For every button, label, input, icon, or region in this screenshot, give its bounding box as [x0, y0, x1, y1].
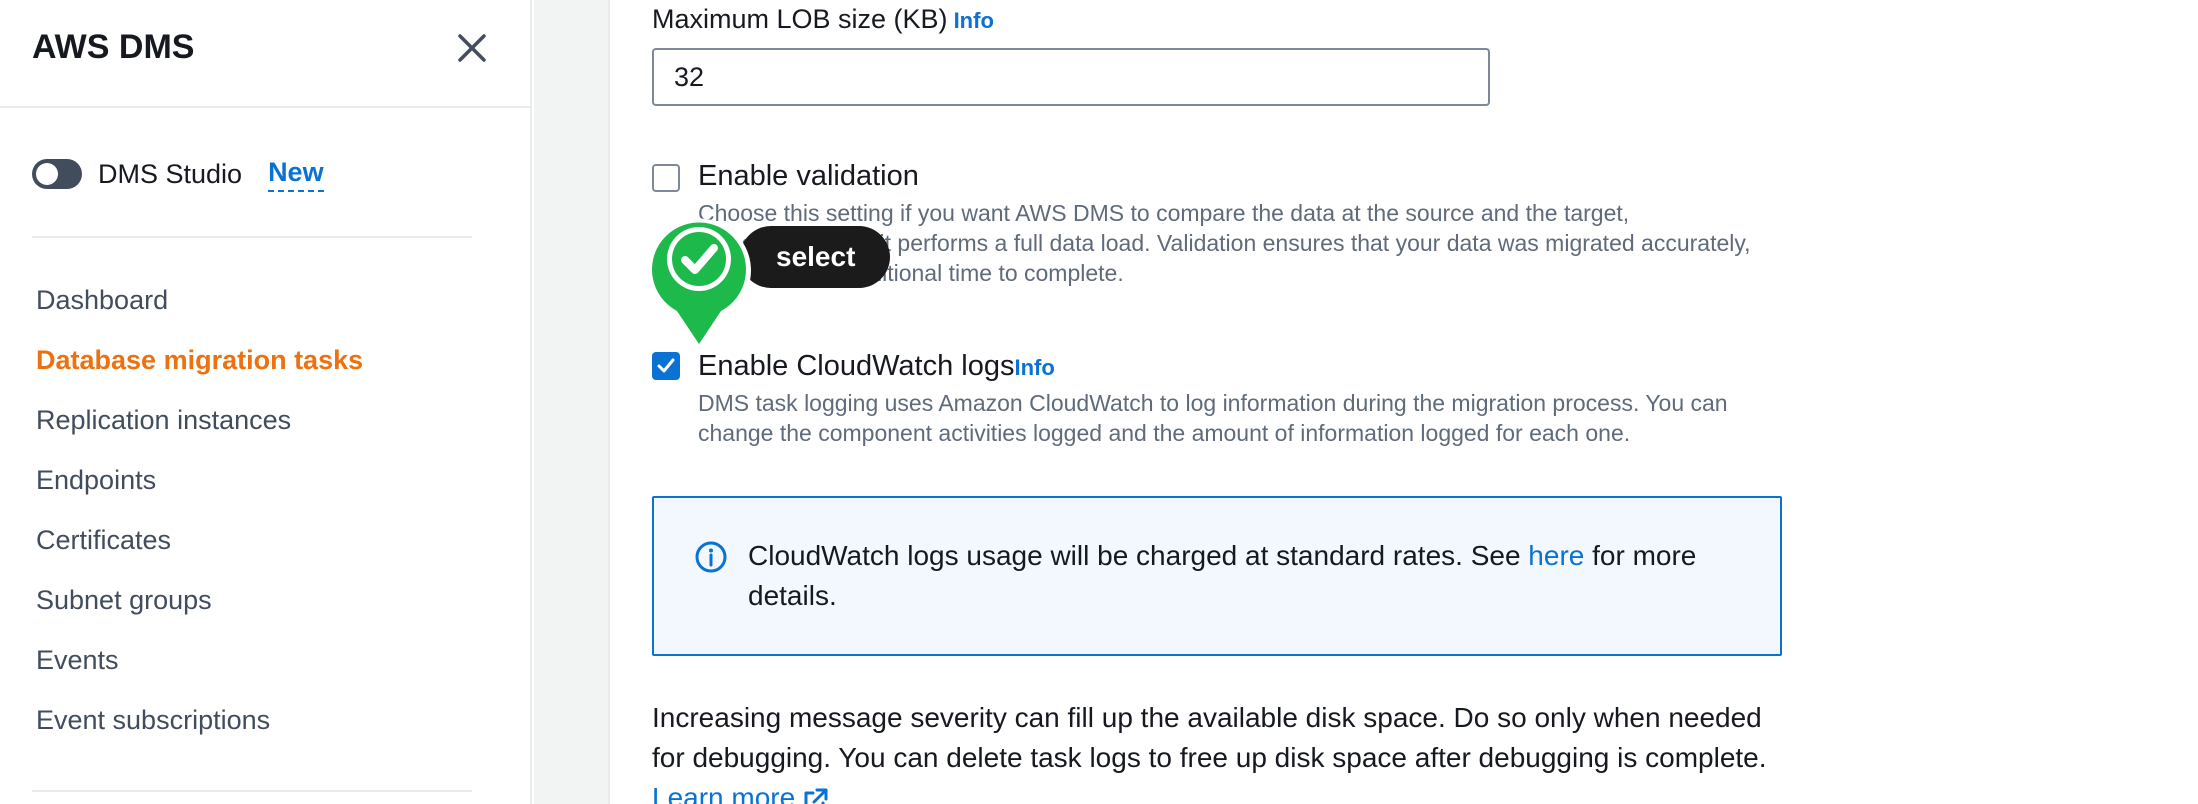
sidebar-item-event-subscriptions[interactable]: Event subscriptions: [36, 700, 363, 760]
enable-cloudwatch-logs-checkbox[interactable]: [652, 352, 680, 380]
sidebar-item-certificates[interactable]: Certificates: [36, 520, 363, 580]
dms-studio-label: DMS Studio: [98, 158, 243, 189]
new-badge-link[interactable]: New: [268, 157, 324, 192]
disk-space-warning: Increasing message severity can fill up …: [652, 698, 1802, 804]
sidebar: AWS DMS DMS Studio New Dashboard Databas…: [0, 0, 532, 804]
close-icon[interactable]: [454, 30, 490, 66]
learn-more-link-text: Learn more: [652, 782, 796, 804]
external-link-icon: [804, 788, 828, 804]
layout-gutter: [534, 0, 610, 804]
lob-info-link[interactable]: Info: [954, 8, 994, 33]
lob-size-label: Maximum LOB size (KB) Info: [652, 4, 994, 35]
sidebar-item-events[interactable]: Events: [36, 640, 363, 700]
dms-studio-toggle[interactable]: [32, 159, 82, 189]
enable-cloudwatch-logs-label-text: Enable CloudWatch logs: [698, 350, 1015, 382]
lob-size-label-text: Maximum LOB size (KB): [652, 4, 948, 34]
sidebar-divider: [32, 236, 472, 238]
lob-size-input[interactable]: [652, 48, 1490, 106]
enable-cloudwatch-logs-label: Enable CloudWatch logsInfo: [698, 350, 1055, 383]
sidebar-divider-bottom: [32, 790, 472, 792]
alert-text: CloudWatch logs usage will be charged at…: [748, 536, 1748, 616]
sidebar-item-replication-instances[interactable]: Replication instances: [36, 400, 363, 460]
sidebar-title: AWS DMS: [32, 28, 195, 66]
info-circle-icon: [695, 541, 727, 573]
sidebar-header: AWS DMS: [0, 0, 530, 108]
enable-validation-checkbox[interactable]: [652, 164, 680, 192]
sidebar-nav: Dashboard Database migration tasks Repli…: [36, 280, 363, 760]
dms-studio-row: DMS Studio New: [32, 154, 324, 194]
sidebar-item-subnet-groups[interactable]: Subnet groups: [36, 580, 363, 640]
green-check-marker-icon: [647, 218, 751, 352]
enable-validation-label: Enable validation: [698, 160, 919, 192]
checkmark-icon: [657, 358, 675, 373]
main-content: Maximum LOB size (KB)Info Enable validat…: [612, 0, 2198, 804]
sidebar-item-dashboard[interactable]: Dashboard: [36, 280, 363, 340]
sidebar-item-database-migration-tasks[interactable]: Database migration tasks: [36, 340, 363, 400]
cloudwatch-info-link[interactable]: Info: [1015, 355, 1055, 380]
sidebar-item-endpoints[interactable]: Endpoints: [36, 460, 363, 520]
select-action-pill: select: [740, 226, 890, 288]
alert-text-before: CloudWatch logs usage will be charged at…: [748, 540, 1521, 571]
enable-cloudwatch-logs-description: DMS task logging uses Amazon CloudWatch …: [698, 390, 1728, 446]
alert-here-link[interactable]: here: [1528, 540, 1584, 571]
cloudwatch-charges-alert: CloudWatch logs usage will be charged at…: [652, 496, 1782, 656]
learn-more-link[interactable]: Learn more: [652, 782, 829, 804]
disk-space-warning-text: Increasing message severity can fill up …: [652, 702, 1767, 773]
